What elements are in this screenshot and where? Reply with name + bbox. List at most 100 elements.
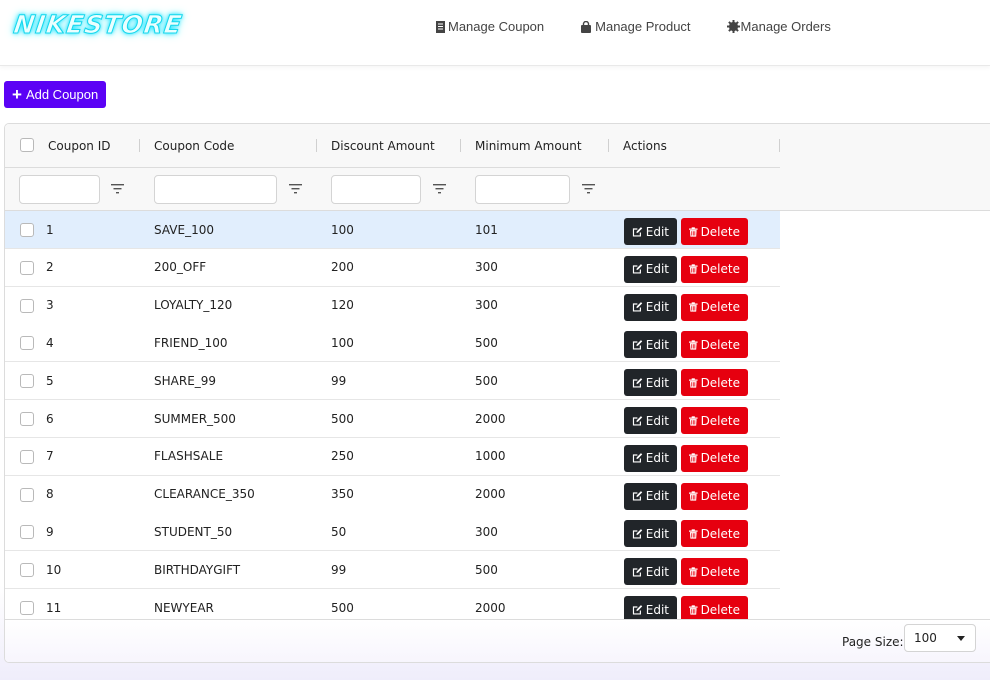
minimum-amount-filter-input[interactable]	[475, 175, 570, 204]
cell-discount-amount: 500	[331, 411, 354, 426]
delete-button[interactable]: Delete	[681, 407, 748, 434]
column-resize-handle[interactable]	[460, 139, 461, 152]
table-row[interactable]: 9 STUDENT_50 50 300 Edit Delete	[5, 513, 780, 552]
edit-label: Edit	[645, 451, 669, 466]
edit-button[interactable]: Edit	[624, 369, 677, 397]
table-row[interactable]: 4 FRIEND_100 100 500 Edit Delete	[5, 324, 780, 363]
nav-manage-orders[interactable]: Manage Orders	[726, 19, 831, 34]
coupon-id-filter-input[interactable]	[19, 175, 100, 204]
filter-icon[interactable]	[289, 183, 302, 194]
row-checkbox[interactable]	[20, 374, 34, 389]
table-row[interactable]: 3 LOYALTY_120 120 300 Edit Delete	[5, 286, 780, 325]
row-checkbox[interactable]	[20, 412, 34, 426]
row-checkbox[interactable]	[20, 223, 34, 237]
table-row[interactable]: 10 BIRTHDAYGIFT 99 500 Edit Delete	[5, 551, 780, 590]
cell-coupon-code: SAVE_100	[154, 222, 214, 237]
cell-minimum-amount: 2000	[475, 487, 506, 502]
row-checkbox[interactable]	[20, 298, 34, 313]
edit-label: Edit	[645, 413, 669, 428]
add-coupon-label: Add Coupon	[25, 87, 99, 102]
row-checkbox[interactable]	[20, 336, 34, 351]
filter-icon[interactable]	[111, 183, 124, 194]
column-resize-handle[interactable]	[779, 139, 780, 152]
row-checkbox[interactable]	[20, 487, 34, 502]
select-all-checkbox[interactable]	[20, 138, 34, 152]
cell-coupon-code: FLASHSALE	[154, 449, 224, 464]
edit-label: Edit	[645, 526, 669, 541]
cell-minimum-amount: 500	[475, 562, 498, 577]
row-checkbox[interactable]	[20, 449, 34, 464]
main-nav: Manage Coupon Manage Product Manage Orde…	[436, 19, 867, 34]
filter-icon[interactable]	[582, 183, 595, 194]
cell-minimum-amount: 500	[475, 335, 498, 350]
table-row[interactable]: 8 CLEARANCE_350 350 2000 Edit Delete	[5, 475, 780, 514]
edit-icon	[632, 529, 643, 539]
delete-button[interactable]: Delete	[681, 520, 748, 548]
delete-button[interactable]: Delete	[681, 255, 748, 283]
cell-discount-amount: 350	[331, 487, 354, 502]
column-header-minimum-amount[interactable]: Minimum Amount	[475, 124, 582, 168]
coupon-code-filter-input[interactable]	[154, 175, 277, 204]
delete-button[interactable]: Delete	[681, 444, 748, 472]
row-checkbox[interactable]	[20, 601, 34, 615]
edit-button[interactable]: Edit	[624, 218, 677, 245]
delete-label: Delete	[700, 564, 740, 579]
column-header-discount-amount[interactable]: Discount Amount	[331, 124, 435, 168]
nav-manage-orders-label: Manage Orders	[740, 19, 831, 34]
page-size-value: 100	[914, 631, 937, 645]
delete-label: Delete	[700, 375, 740, 390]
column-header-coupon-id[interactable]: Coupon ID	[48, 124, 110, 168]
table-row[interactable]: 2 200_OFF 200 300 Edit Delete	[5, 248, 780, 287]
delete-label: Delete	[700, 413, 740, 428]
edit-button[interactable]: Edit	[624, 444, 677, 472]
column-resize-handle[interactable]	[316, 139, 317, 152]
edit-label: Edit	[645, 262, 669, 277]
table-row[interactable]: 1 SAVE_100 100 101 Edit Delete	[5, 211, 780, 249]
filter-icon[interactable]	[433, 183, 446, 194]
table-row[interactable]: 6 SUMMER_500 500 2000 Edit Delete	[5, 400, 780, 438]
edit-button[interactable]: Edit	[624, 331, 677, 359]
trash-icon	[689, 491, 698, 501]
cell-discount-amount: 50	[331, 524, 347, 539]
nav-manage-product[interactable]: Manage Product	[580, 19, 691, 34]
edit-button[interactable]: Edit	[624, 293, 677, 321]
row-checkbox[interactable]	[20, 525, 34, 540]
row-checkbox[interactable]	[20, 260, 34, 275]
delete-button[interactable]: Delete	[681, 293, 748, 321]
nav-manage-coupon[interactable]: Manage Coupon	[436, 19, 544, 34]
column-resize-handle[interactable]	[139, 139, 140, 152]
cell-coupon-code: LOYALTY_120	[154, 298, 233, 313]
delete-button[interactable]: Delete	[681, 596, 748, 619]
table-row[interactable]: 5 SHARE_99 99 500 Edit Delete	[5, 362, 780, 401]
column-resize-handle[interactable]	[608, 139, 609, 152]
table-row[interactable]: 7 FLASHSALE 250 1000 Edit Delete	[5, 437, 780, 476]
delete-button[interactable]: Delete	[681, 369, 748, 397]
row-checkbox[interactable]	[20, 563, 34, 578]
edit-button[interactable]: Edit	[624, 558, 677, 586]
delete-button[interactable]: Delete	[681, 218, 748, 245]
cell-coupon-id: 6	[46, 411, 54, 426]
discount-amount-filter-input[interactable]	[331, 175, 421, 204]
add-coupon-button[interactable]: + Add Coupon	[4, 81, 107, 108]
edit-button[interactable]: Edit	[624, 255, 677, 283]
brand-logo[interactable]: NIKESTORE	[11, 10, 184, 40]
column-header-coupon-code[interactable]: Coupon Code	[154, 124, 234, 168]
edit-button[interactable]: Edit	[624, 596, 677, 619]
nav-manage-product-label: Manage Product	[595, 19, 691, 34]
edit-button[interactable]: Edit	[624, 520, 677, 548]
delete-label: Delete	[700, 300, 740, 315]
table-row[interactable]: 11 NEWYEAR 500 2000 Edit Delete	[5, 589, 780, 619]
cell-coupon-code: FRIEND_100	[154, 335, 228, 350]
edit-icon	[632, 340, 643, 350]
cell-coupon-code: SHARE_99	[154, 373, 217, 388]
page-size-select[interactable]: 100	[904, 624, 976, 652]
edit-button[interactable]: Edit	[624, 407, 677, 434]
delete-button[interactable]: Delete	[681, 331, 748, 359]
edit-label: Edit	[645, 602, 669, 617]
coupon-grid: Coupon ID Coupon Code Discount Amount Mi…	[4, 123, 990, 663]
cell-coupon-id: 9	[46, 524, 54, 539]
delete-button[interactable]: Delete	[681, 558, 748, 586]
delete-button[interactable]: Delete	[681, 482, 748, 510]
edit-button[interactable]: Edit	[624, 482, 677, 510]
delete-label: Delete	[700, 526, 740, 541]
